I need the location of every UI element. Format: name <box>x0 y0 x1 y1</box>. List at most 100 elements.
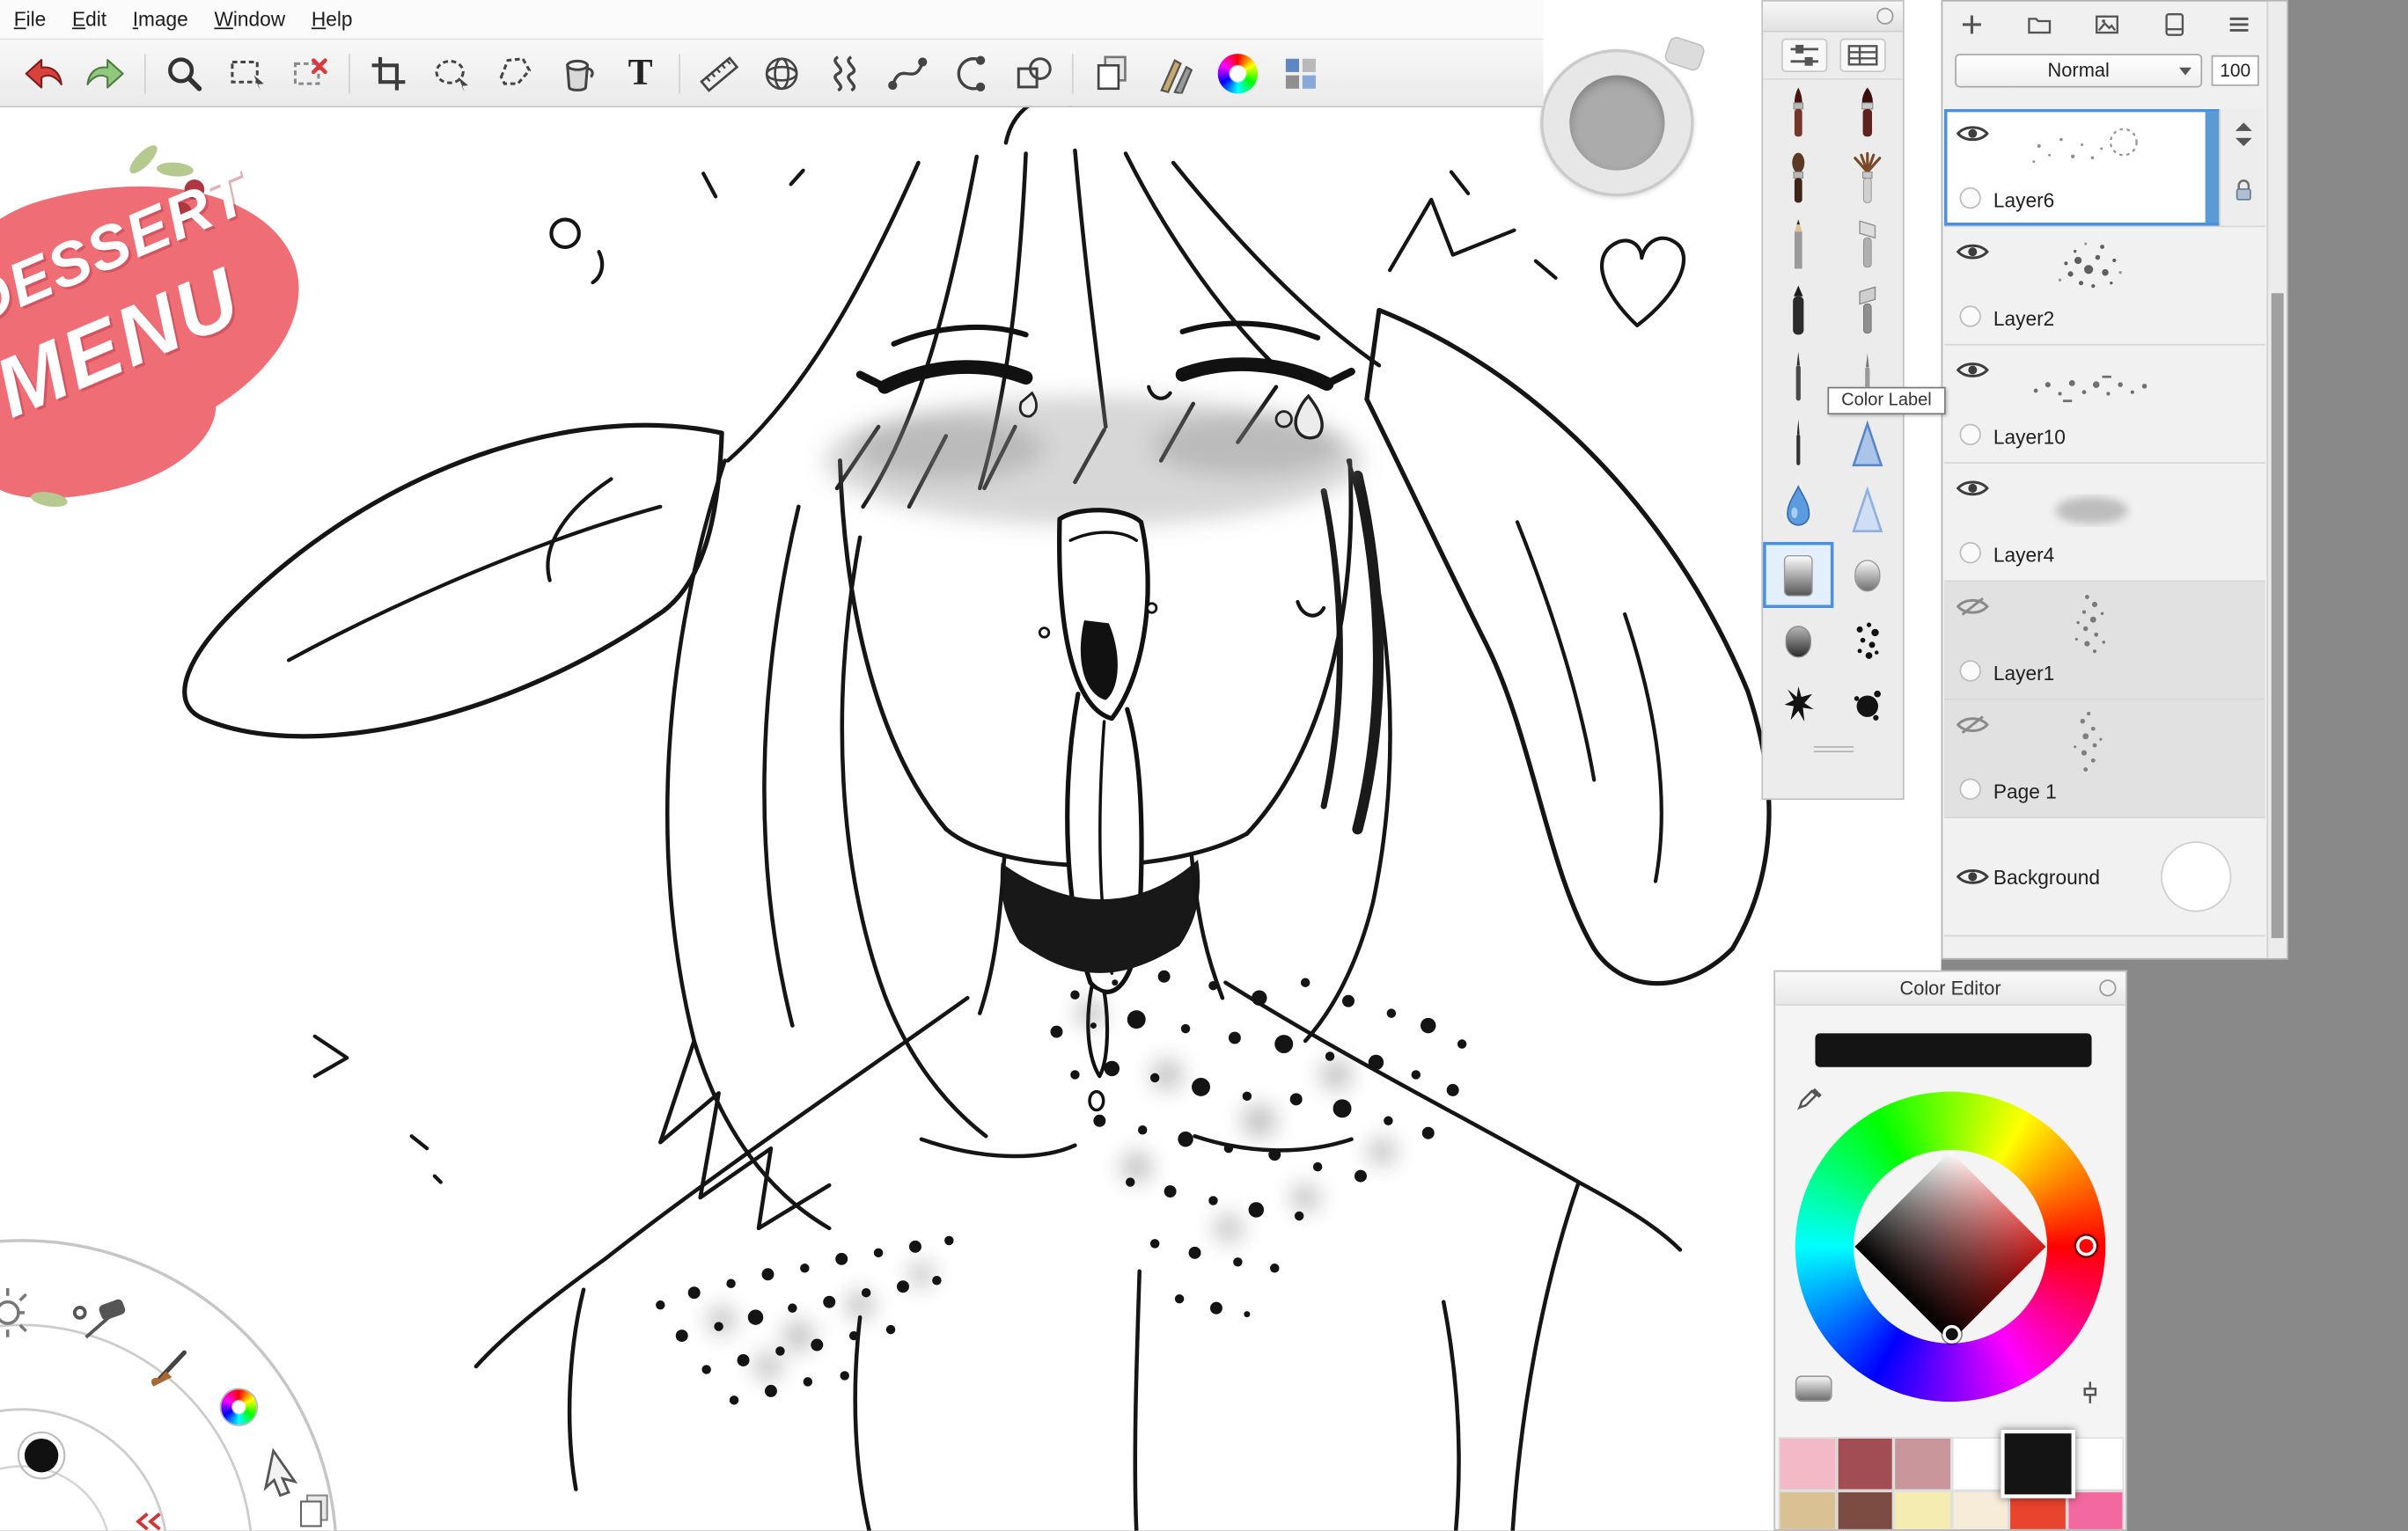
brush-fine-pen[interactable] <box>1763 344 1832 410</box>
layer-scrollbar[interactable] <box>2266 2 2287 958</box>
blend-mode-select[interactable]: Normal <box>1955 54 2202 87</box>
layer-row-layer1[interactable]: Layer1 <box>1944 582 2265 700</box>
new-folder-icon[interactable] <box>2023 10 2054 45</box>
layer-color-label[interactable] <box>1959 660 1980 681</box>
reorder-icon[interactable] <box>2229 120 2257 158</box>
color-wheel-icon[interactable] <box>1213 48 1262 98</box>
color-editor-titlebar[interactable]: Color Editor <box>1775 972 2125 1006</box>
ellipse-select-icon[interactable] <box>427 48 476 98</box>
palette-swatch[interactable] <box>1779 1437 1836 1491</box>
pen-pair-icon[interactable] <box>1150 48 1200 98</box>
sv-marker[interactable] <box>1942 1325 1961 1344</box>
layer-row-layer6[interactable]: Layer6 <box>1944 109 2265 227</box>
palette-grid-icon[interactable] <box>1276 48 1325 98</box>
layer-row-layer10[interactable]: Layer10 <box>1944 346 2265 464</box>
layer-row-background[interactable]: Background <box>1944 818 2265 936</box>
ruler-icon[interactable] <box>694 48 744 98</box>
current-color-bar[interactable] <box>1815 1033 2091 1066</box>
crop-icon[interactable] <box>364 48 414 98</box>
brush-flat-brush[interactable] <box>1833 212 1903 278</box>
paste-icon[interactable] <box>1087 48 1136 98</box>
brush-splatter[interactable] <box>1763 674 1832 740</box>
layer-color-label[interactable] <box>1959 305 1980 326</box>
hue-marker[interactable] <box>2076 1236 2096 1256</box>
layer-color-label[interactable] <box>1959 779 1980 800</box>
bucket-fill-icon[interactable] <box>553 48 602 98</box>
brush-triangle-soft[interactable] <box>1833 476 1903 542</box>
radial-quick-menu[interactable] <box>0 1224 430 1531</box>
brush-list-toggle[interactable] <box>1839 39 1885 72</box>
panel-collapse-button[interactable] <box>2099 979 2116 996</box>
visibility-eye-off-icon[interactable] <box>1956 714 1989 735</box>
curve-icon[interactable] <box>883 48 932 98</box>
brush-fan-brush[interactable] <box>1833 146 1903 212</box>
brush-triangle-hard[interactable] <box>1833 410 1903 476</box>
slider-toggle-icon[interactable] <box>2078 1381 2103 1405</box>
opacity-input[interactable]: 100 <box>2212 55 2259 86</box>
layer-color-label[interactable] <box>1959 424 1980 445</box>
brush-chisel-marker[interactable] <box>1833 278 1903 344</box>
brush-airbrush-dark-red[interactable] <box>1763 80 1832 146</box>
brush-pencil[interactable] <box>1763 212 1832 278</box>
palette-swatch[interactable] <box>2067 1491 2124 1530</box>
visibility-eye-off-icon[interactable] <box>1956 596 1989 617</box>
brush-spray-dots[interactable] <box>1833 608 1903 674</box>
layer-row-layer2[interactable]: Layer2 <box>1944 227 2265 345</box>
layer-color-label[interactable] <box>1959 187 1980 209</box>
gradient-toggle-icon[interactable] <box>1795 1375 1832 1402</box>
brush-size-ring[interactable] <box>1540 49 1693 197</box>
layer-row-page1[interactable]: Page 1 <box>1944 700 2265 818</box>
palette-swatch[interactable] <box>1779 1491 1836 1530</box>
arc-icon[interactable] <box>946 48 995 98</box>
zoom-icon[interactable] <box>159 48 209 98</box>
brush-gradient-round[interactable] <box>1833 542 1903 608</box>
palette-swatch[interactable] <box>2067 1437 2124 1491</box>
import-image-icon[interactable] <box>2092 10 2123 45</box>
material-icon[interactable] <box>2160 10 2187 45</box>
menu-window[interactable]: Window <box>214 8 285 31</box>
palette-swatch[interactable] <box>1836 1491 1893 1530</box>
palette-swatch[interactable] <box>1893 1437 1950 1491</box>
redo-icon[interactable] <box>81 48 130 98</box>
palette-swatch[interactable] <box>1836 1437 1893 1491</box>
undo-icon[interactable] <box>18 48 68 98</box>
visibility-eye-icon[interactable] <box>1956 241 1989 262</box>
visibility-eye-icon[interactable] <box>1956 478 1989 499</box>
layer-menu-icon[interactable] <box>2225 10 2252 45</box>
layer-row-layer4[interactable]: Layer4 <box>1944 464 2265 582</box>
snake-curve-icon[interactable] <box>820 48 870 98</box>
rect-select-icon[interactable] <box>223 48 272 98</box>
brush-round-brush-red[interactable] <box>1833 80 1903 146</box>
palette-swatch[interactable] <box>1893 1491 1950 1530</box>
background-color-swatch[interactable] <box>2161 841 2231 912</box>
brush-ink-blob[interactable] <box>1833 674 1903 740</box>
lock-icon[interactable] <box>2230 177 2255 212</box>
menu-image[interactable]: Image <box>133 8 188 31</box>
polygon-select-icon[interactable] <box>490 48 540 98</box>
brush-panel-titlebar[interactable] <box>1763 2 1903 33</box>
menu-edit[interactable]: Edit <box>72 8 106 31</box>
add-layer-icon[interactable] <box>1958 10 1986 45</box>
brush-liner[interactable] <box>1763 410 1832 476</box>
brush-water-brush[interactable] <box>1763 476 1832 542</box>
radial-color-wheel-icon[interactable] <box>221 1389 256 1425</box>
menu-help[interactable]: Help <box>312 8 353 31</box>
text-tool-icon[interactable]: T <box>616 48 665 98</box>
brush-gradient-dark[interactable] <box>1763 608 1832 674</box>
visibility-eye-icon[interactable] <box>1956 866 1989 887</box>
palette-swatch-selected[interactable] <box>2001 1430 2074 1498</box>
visibility-eye-icon[interactable] <box>1956 359 1989 380</box>
panel-collapse-button[interactable] <box>1876 8 1893 25</box>
panel-resize-handle[interactable] <box>1763 740 1903 758</box>
shape-combine-icon[interactable] <box>1009 48 1058 98</box>
brush-gradient-flat[interactable] <box>1763 542 1832 608</box>
layer-color-label[interactable] <box>1959 542 1980 563</box>
visibility-eye-icon[interactable] <box>1956 123 1989 144</box>
color-wheel[interactable] <box>1795 1092 2105 1402</box>
brush-settings-toggle[interactable] <box>1780 39 1826 72</box>
menu-file[interactable]: File <box>14 8 47 31</box>
scrollbar-thumb[interactable] <box>2272 293 2284 938</box>
brush-marker[interactable] <box>1763 278 1832 344</box>
brush-round-brush-brown[interactable] <box>1763 146 1832 212</box>
deselect-icon[interactable] <box>286 48 335 98</box>
